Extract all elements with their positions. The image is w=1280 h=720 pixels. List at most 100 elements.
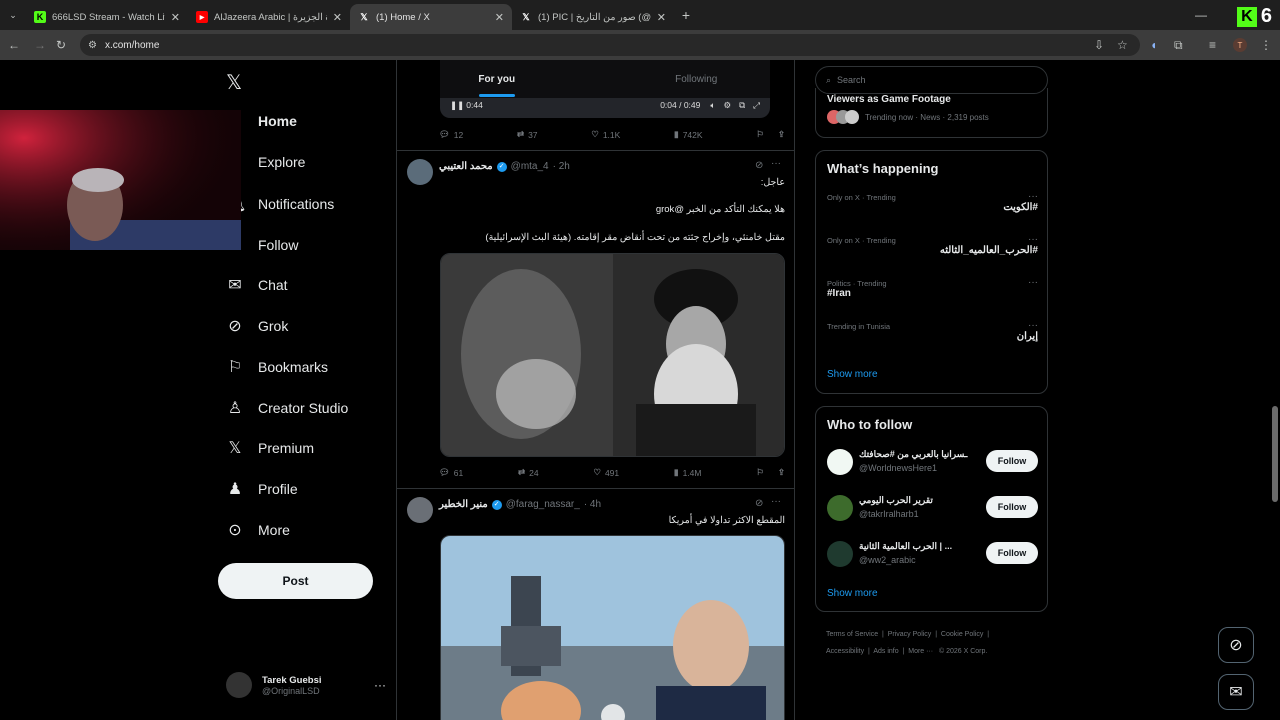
author-name[interactable]: محمد العتيبي — [439, 161, 493, 172]
follow-suggestion[interactable]: ـسرانيا بالعربي من #صحافتك @WorldnewsHer… — [827, 447, 1038, 479]
forward-icon[interactable]: → — [34, 38, 46, 52]
pip-icon[interactable]: ⧉ — [739, 100, 745, 111]
repost-button[interactable]: ⇄ 37 — [517, 129, 538, 140]
profile-avatar[interactable]: T — [1233, 38, 1247, 52]
reply-button[interactable]: 💬︎ 12 — [439, 129, 463, 140]
back-icon[interactable]: ← — [8, 38, 20, 52]
close-icon[interactable]: ✕ — [333, 11, 342, 24]
follow-suggestion[interactable]: ... | الحرب العالمية الثانية @ww2_arabic… — [827, 539, 1038, 571]
messages-float-button[interactable]: ✉ — [1218, 674, 1254, 710]
show-more-link[interactable]: Show more — [827, 369, 878, 380]
close-icon[interactable]: ✕ — [171, 11, 180, 24]
mute-icon[interactable]: 🔈︎ — [710, 100, 715, 111]
trend-item[interactable]: Politics · Trending ··· #Iran — [827, 277, 1038, 299]
grok-float-button[interactable]: ⊘ — [1218, 627, 1254, 663]
repost-button[interactable]: ⇄ 24 — [518, 467, 539, 478]
new-tab-icon[interactable]: + — [674, 7, 698, 23]
avatar[interactable] — [407, 497, 433, 523]
media-icon[interactable]: ≡ — [1209, 38, 1216, 52]
browser-tab-kick[interactable]: K 666LSD Stream - Watch Live on ✕ — [26, 4, 188, 30]
more-dots-icon[interactable]: ··· — [1028, 320, 1038, 331]
sidebar-item-creator-studio[interactable]: ♙ Creator Studio — [226, 398, 348, 418]
tweet-time[interactable]: · 2h — [553, 161, 570, 172]
sidebar-item-grok[interactable]: ⊘ Grok — [226, 316, 288, 336]
address-bar[interactable]: ⚙ x.com/home — [80, 34, 1140, 56]
install-icon[interactable]: ⇩ — [1094, 38, 1104, 52]
x-logo-icon[interactable]: 𝕏 — [226, 70, 242, 95]
bookmark-button[interactable]: ⚐ ⇪ — [756, 129, 785, 140]
settings-icon[interactable]: ⚙ — [723, 100, 731, 111]
extension-icon[interactable]: ◖ — [1150, 38, 1157, 52]
minimize-icon[interactable]: — — [1195, 8, 1207, 22]
footer-link[interactable]: Ads info — [873, 648, 898, 655]
more-dots-icon[interactable]: ··· — [1028, 191, 1038, 202]
footer-link[interactable]: More ··· — [908, 648, 933, 655]
tab-for-you[interactable]: For you — [397, 60, 597, 98]
scrollbar-thumb[interactable] — [1272, 406, 1278, 502]
grok-icon[interactable]: ⊘ — [755, 160, 763, 171]
tweet[interactable]: منير الخطير ✓ @farag_nassar_ · 4h ⊘ ··· … — [397, 489, 794, 720]
reload-icon[interactable]: ↻ — [56, 38, 66, 52]
share-icon[interactable]: ⇪ — [778, 129, 785, 140]
scrollbar[interactable] — [1270, 60, 1280, 720]
follow-button[interactable]: Follow — [986, 496, 1038, 518]
more-dots-icon[interactable]: ··· — [374, 678, 386, 692]
trending-news-card[interactable]: Viewers as Game Footage Trending now · N… — [815, 88, 1048, 138]
star-icon[interactable]: ☆ — [1117, 38, 1128, 52]
tab-search-icon[interactable]: ⌄ — [0, 10, 26, 21]
more-dots-icon[interactable]: ··· — [771, 496, 781, 507]
show-more-link[interactable]: Show more — [827, 588, 878, 599]
browser-tab-pic[interactable]: 𝕏 (1) PIC | صور من التاريخ (@inp ✕ — [512, 4, 674, 30]
x-icon: 𝕏 — [522, 11, 530, 22]
fullscreen-icon[interactable]: ⤢ — [753, 100, 760, 111]
post-button[interactable]: Post — [218, 563, 373, 599]
trend-item[interactable]: Only on X · Trending ··· #الكويت — [827, 191, 1038, 213]
account-switcher[interactable]: Tarek Guebsi @OriginalLSD ··· — [226, 672, 386, 698]
sidebar-item-chat[interactable]: ✉ Chat — [226, 275, 287, 295]
footer-link[interactable]: Cookie Policy — [941, 631, 983, 638]
site-info-icon[interactable]: ⚙ — [88, 40, 97, 51]
browser-tab-youtube[interactable]: ▶ AlJazeera Arabic | قناة الجزيرة - Y ✕ — [188, 4, 350, 30]
menu-icon[interactable]: ⋮ — [1260, 38, 1272, 52]
follow-button[interactable]: Follow — [986, 542, 1038, 564]
author-handle[interactable]: @mta_4 — [511, 161, 549, 172]
like-button[interactable]: ♡ 1.1K — [591, 129, 620, 140]
author-name[interactable]: منير الخطير — [439, 499, 488, 510]
browser-tab-home[interactable]: 𝕏 (1) Home / X ✕ — [350, 4, 512, 30]
puzzle-icon[interactable]: ⧉ — [1174, 38, 1183, 53]
reply-button[interactable]: 💬︎ 61 — [439, 467, 463, 478]
like-button[interactable]: ♡ 491 — [593, 467, 619, 478]
author-handle[interactable]: @farag_nassar_ — [506, 499, 580, 510]
close-icon[interactable]: ✕ — [657, 11, 666, 24]
tweet-media[interactable] — [440, 253, 785, 457]
more-dots-icon[interactable]: ··· — [1028, 234, 1038, 245]
tweet-time[interactable]: · 4h — [584, 499, 601, 510]
follow-suggestion[interactable]: تقرير الحرب اليومي @takrIralharb1 Follow — [827, 493, 1038, 525]
footer-link[interactable]: Terms of Service — [826, 631, 878, 638]
sidebar-item-notifications[interactable]: 🔔︎Notifications — [226, 194, 334, 214]
share-icon[interactable]: ⇪ — [778, 467, 785, 478]
stream-overlay: K 6 — [1236, 5, 1272, 28]
trend-item[interactable]: Only on X · Trending ··· #الحرب_العالميه… — [827, 234, 1038, 256]
sidebar-item-premium[interactable]: 𝕏 Premium — [226, 438, 314, 458]
tab-following[interactable]: Following — [597, 60, 795, 98]
grok-icon[interactable]: ⊘ — [755, 498, 763, 509]
follow-button[interactable]: Follow — [986, 450, 1038, 472]
more-dots-icon[interactable]: ··· — [1028, 277, 1038, 288]
sidebar-item-profile[interactable]: ♟ Profile — [226, 479, 298, 499]
views-button[interactable]: ▮ 742K — [674, 129, 703, 140]
more-dots-icon[interactable]: ··· — [771, 158, 781, 169]
sidebar-item-more[interactable]: ⊙ More — [226, 520, 290, 540]
views-button[interactable]: ▮ 1.4M — [674, 467, 702, 478]
footer-link[interactable]: Privacy Policy — [888, 631, 932, 638]
trend-item[interactable]: Trending in Tunisia ··· إيران — [827, 320, 1038, 342]
pause-icon[interactable]: ❚❚ — [450, 100, 464, 111]
bookmark-button[interactable]: ⚐ ⇪ — [756, 467, 785, 478]
close-icon[interactable]: ✕ — [495, 11, 504, 24]
search-icon: ⌕ — [826, 74, 832, 85]
sidebar-item-bookmarks[interactable]: ⚐ Bookmarks — [226, 357, 328, 377]
tweet-media[interactable] — [440, 535, 785, 720]
avatar[interactable] — [407, 159, 433, 185]
tweet[interactable]: محمد العتيبي ✓ @mta_4 · 2h ⊘ ··· عاجل: ه… — [397, 151, 794, 488]
footer-link[interactable]: Accessibility — [826, 648, 864, 655]
